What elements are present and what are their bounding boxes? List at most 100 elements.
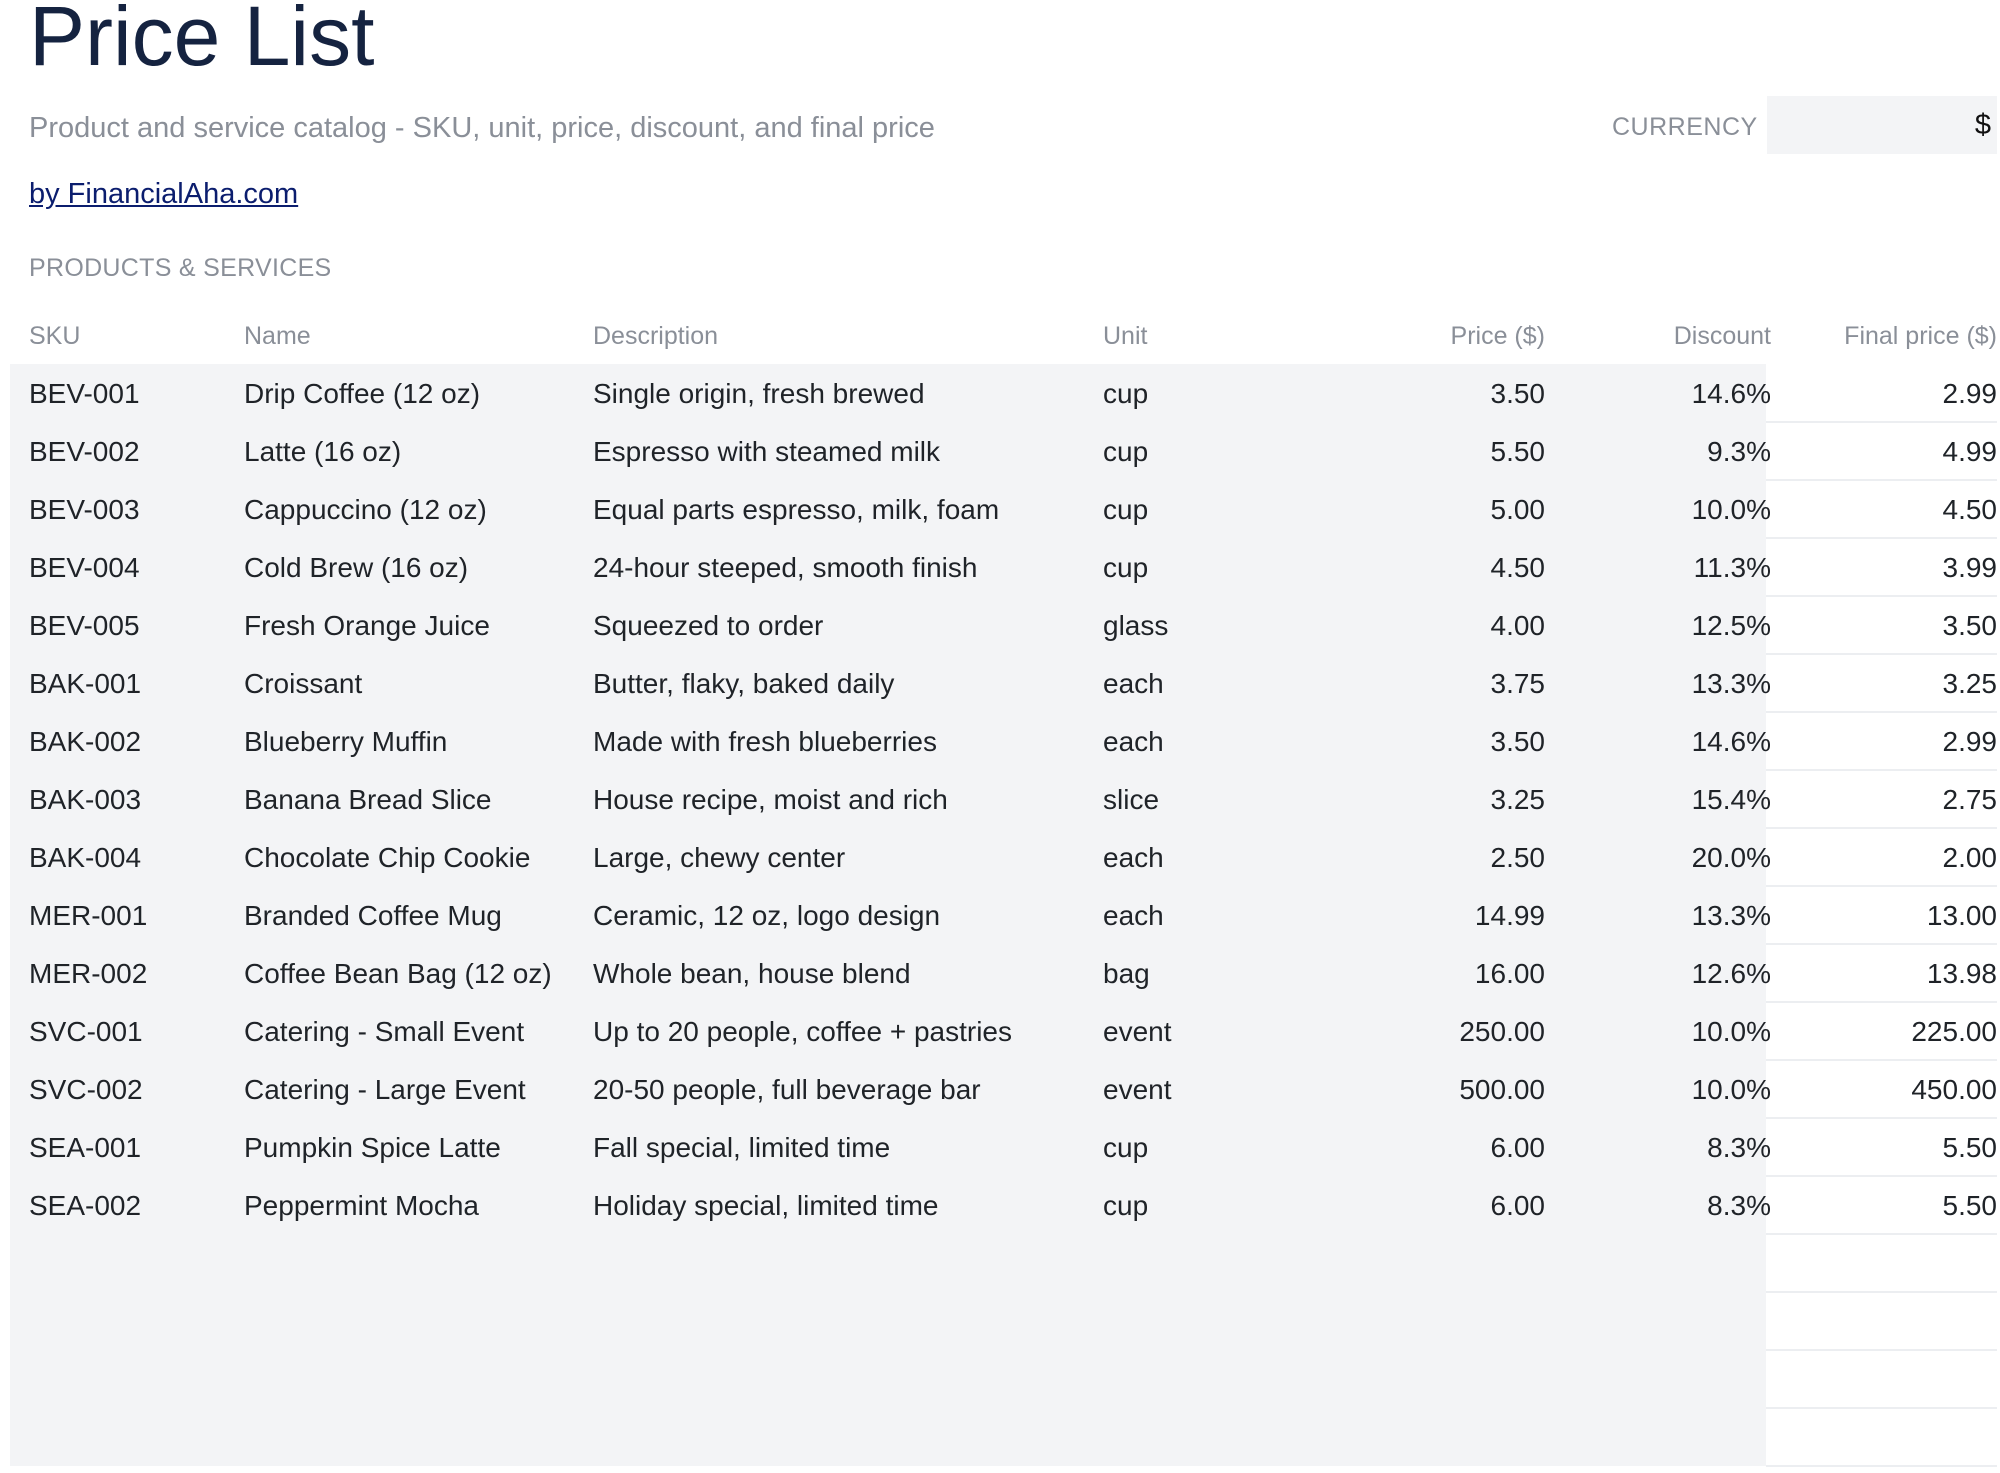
cell-price[interactable]: 4.00: [1491, 610, 1546, 642]
cell-unit[interactable]: each: [1103, 668, 1164, 700]
cell-sku[interactable]: BAK-004: [29, 842, 141, 874]
cell-unit[interactable]: glass: [1103, 610, 1168, 642]
cell-unit[interactable]: bag: [1103, 958, 1150, 990]
cell-name[interactable]: Latte (16 oz): [244, 436, 401, 468]
cell-discount[interactable]: 15.4%: [1692, 784, 1771, 816]
cell-description[interactable]: Fall special, limited time: [593, 1132, 890, 1164]
cell-name[interactable]: Cold Brew (16 oz): [244, 552, 468, 584]
cell-description[interactable]: Ceramic, 12 oz, logo design: [593, 900, 940, 932]
cell-discount[interactable]: 14.6%: [1692, 726, 1771, 758]
cell-discount[interactable]: 14.6%: [1692, 378, 1771, 410]
cell-price[interactable]: 14.99: [1475, 900, 1545, 932]
empty-table-row[interactable]: [10, 1408, 1997, 1466]
cell-description[interactable]: 24-hour steeped, smooth finish: [593, 552, 977, 584]
cell-description[interactable]: Whole bean, house blend: [593, 958, 911, 990]
empty-table-row[interactable]: [10, 1292, 1997, 1350]
cell-name[interactable]: Cappuccino (12 oz): [244, 494, 487, 526]
cell-price[interactable]: 500.00: [1459, 1074, 1545, 1106]
cell-sku[interactable]: MER-001: [29, 900, 147, 932]
cell-sku[interactable]: SVC-002: [29, 1074, 143, 1106]
cell-unit[interactable]: slice: [1103, 784, 1159, 816]
cell-price[interactable]: 3.50: [1491, 378, 1546, 410]
cell-description[interactable]: Single origin, fresh brewed: [593, 378, 925, 410]
cell-sku[interactable]: SEA-002: [29, 1190, 141, 1222]
cell-sku[interactable]: SEA-001: [29, 1132, 141, 1164]
cell-sku[interactable]: MER-002: [29, 958, 147, 990]
cell-unit[interactable]: cup: [1103, 1190, 1148, 1222]
cell-name[interactable]: Branded Coffee Mug: [244, 900, 502, 932]
cell-discount[interactable]: 12.5%: [1692, 610, 1771, 642]
cell-price[interactable]: 3.75: [1491, 668, 1546, 700]
cell-price[interactable]: 250.00: [1459, 1016, 1545, 1048]
cell-unit[interactable]: cup: [1103, 552, 1148, 584]
cell-final-price: 5.50: [1942, 1190, 1998, 1221]
author-link[interactable]: by FinancialAha.com: [29, 178, 298, 211]
cell-price[interactable]: 16.00: [1475, 958, 1545, 990]
cell-unit[interactable]: cup: [1103, 1132, 1148, 1164]
cell-name[interactable]: Fresh Orange Juice: [244, 610, 490, 642]
cell-description[interactable]: Espresso with steamed milk: [593, 436, 940, 468]
cell-description[interactable]: Squeezed to order: [593, 610, 823, 642]
cell-unit[interactable]: cup: [1103, 436, 1148, 468]
cell-unit[interactable]: cup: [1103, 378, 1148, 410]
cell-price[interactable]: 2.50: [1491, 842, 1546, 874]
cell-sku[interactable]: BAK-003: [29, 784, 141, 816]
cell-unit[interactable]: each: [1103, 726, 1164, 758]
cell-description[interactable]: Butter, flaky, baked daily: [593, 668, 894, 700]
cell-description[interactable]: 20-50 people, full beverage bar: [593, 1074, 981, 1106]
cell-price[interactable]: 4.50: [1491, 552, 1546, 584]
cell-discount[interactable]: 9.3%: [1707, 436, 1771, 468]
cell-price[interactable]: 3.25: [1491, 784, 1546, 816]
cell-price[interactable]: 6.00: [1491, 1132, 1546, 1164]
cell-description[interactable]: Up to 20 people, coffee + pastries: [593, 1016, 1012, 1048]
cell-sku[interactable]: SVC-001: [29, 1016, 143, 1048]
cell-description[interactable]: Made with fresh blueberries: [593, 726, 937, 758]
cell-name[interactable]: Croissant: [244, 668, 362, 700]
cell-discount[interactable]: 10.0%: [1692, 494, 1771, 526]
cell-price[interactable]: 5.50: [1491, 436, 1546, 468]
cell-sku[interactable]: BAK-002: [29, 726, 141, 758]
cell-description[interactable]: Holiday special, limited time: [593, 1190, 938, 1222]
cell-unit[interactable]: cup: [1103, 494, 1148, 526]
cell-discount[interactable]: 8.3%: [1707, 1132, 1771, 1164]
cell-sku[interactable]: BAK-001: [29, 668, 141, 700]
cell-final-price: 2.99: [1942, 726, 1998, 757]
cell-name[interactable]: Blueberry Muffin: [244, 726, 447, 758]
cell-unit[interactable]: each: [1103, 842, 1164, 874]
cell-name[interactable]: Coffee Bean Bag (12 oz): [244, 958, 552, 990]
cell-description[interactable]: House recipe, moist and rich: [593, 784, 948, 816]
cell-sku[interactable]: BEV-004: [29, 552, 140, 584]
cell-discount[interactable]: 13.3%: [1692, 668, 1771, 700]
cell-sku[interactable]: BEV-001: [29, 378, 140, 410]
cell-sku[interactable]: BEV-002: [29, 436, 140, 468]
cell-discount[interactable]: 8.3%: [1707, 1190, 1771, 1222]
cell-unit[interactable]: event: [1103, 1074, 1172, 1106]
empty-table-row[interactable]: [10, 1234, 1997, 1292]
cell-sku[interactable]: BEV-005: [29, 610, 140, 642]
cell-name[interactable]: Catering - Small Event: [244, 1016, 524, 1048]
cell-name[interactable]: Peppermint Mocha: [244, 1190, 479, 1222]
cell-price[interactable]: 5.00: [1491, 494, 1546, 526]
final-price-row-divider: [1766, 1465, 1997, 1467]
cell-price[interactable]: 3.50: [1491, 726, 1546, 758]
cell-name[interactable]: Chocolate Chip Cookie: [244, 842, 530, 874]
currency-input-cell[interactable]: $: [1767, 96, 1997, 154]
cell-description[interactable]: Equal parts espresso, milk, foam: [593, 494, 999, 526]
cell-discount[interactable]: 10.0%: [1692, 1074, 1771, 1106]
cell-discount[interactable]: 13.3%: [1692, 900, 1771, 932]
cell-final-price: 13.98: [1926, 958, 1997, 989]
empty-table-row[interactable]: [10, 1350, 1997, 1408]
cell-discount[interactable]: 12.6%: [1692, 958, 1771, 990]
cell-price[interactable]: 6.00: [1491, 1190, 1546, 1222]
cell-discount[interactable]: 10.0%: [1692, 1016, 1771, 1048]
cell-description[interactable]: Large, chewy center: [593, 842, 845, 874]
cell-unit[interactable]: event: [1103, 1016, 1172, 1048]
cell-sku[interactable]: BEV-003: [29, 494, 140, 526]
cell-unit[interactable]: each: [1103, 900, 1164, 932]
cell-name[interactable]: Catering - Large Event: [244, 1074, 526, 1106]
cell-name[interactable]: Drip Coffee (12 oz): [244, 378, 480, 410]
cell-name[interactable]: Banana Bread Slice: [244, 784, 492, 816]
cell-discount[interactable]: 11.3%: [1694, 552, 1771, 584]
cell-discount[interactable]: 20.0%: [1692, 842, 1771, 874]
cell-name[interactable]: Pumpkin Spice Latte: [244, 1132, 501, 1164]
